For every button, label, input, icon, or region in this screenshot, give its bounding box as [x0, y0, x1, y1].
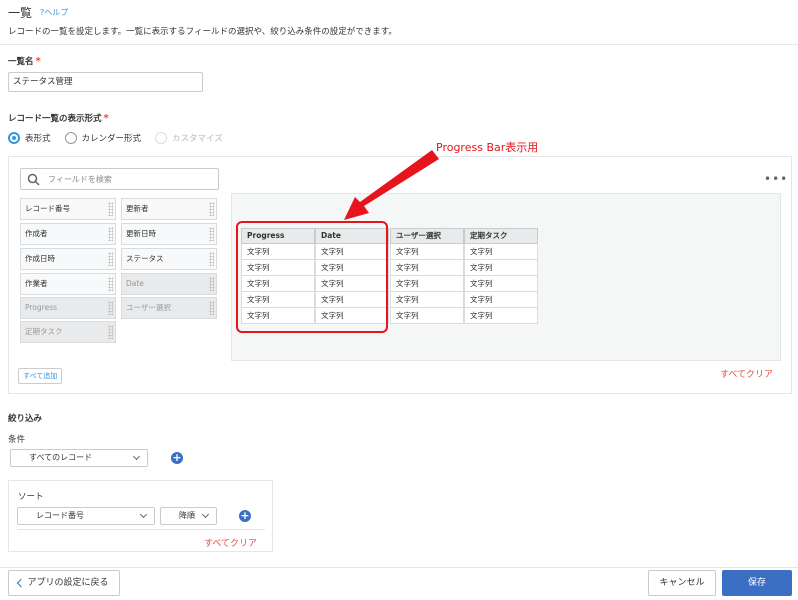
drag-handle-icon: [108, 325, 113, 339]
column-cell: 文字列: [390, 308, 464, 324]
condition-label: 条件: [8, 435, 26, 445]
field-item[interactable]: 更新者: [121, 198, 217, 220]
table-column[interactable]: 定期タスク 文字列 文字列 文字列 文字列 文字列: [464, 228, 538, 324]
clear-all-columns-link[interactable]: すべてクリア: [720, 367, 773, 380]
column-header: ユーザー選択: [390, 228, 464, 244]
annotation-highlight-box: [236, 221, 388, 333]
radio-customize-format: [155, 132, 168, 144]
field-item[interactable]: ステータス: [121, 248, 217, 270]
column-cell: 文字列: [390, 292, 464, 308]
display-format-label: レコード一覧の表示形式 *: [8, 113, 109, 124]
sort-field-select[interactable]: レコード番号: [17, 507, 155, 525]
sort-order-select[interactable]: 降順: [160, 507, 217, 525]
drag-handle-icon: [209, 202, 214, 216]
page-title: 一覧: [8, 6, 33, 20]
field-item-disabled: Progress: [20, 297, 116, 319]
field-item-disabled: Date: [121, 273, 217, 295]
drag-handle-icon: [209, 277, 214, 291]
add-all-button[interactable]: すべて追加: [18, 368, 63, 384]
drag-handle-icon: [108, 277, 113, 291]
field-item[interactable]: レコード番号: [20, 198, 116, 220]
field-item-disabled: ユーザー選択: [121, 297, 217, 319]
radio-calendar-format[interactable]: [64, 132, 77, 144]
drag-handle-icon: [209, 301, 214, 315]
table-column[interactable]: ユーザー選択 文字列 文字列 文字列 文字列 文字列: [390, 228, 464, 324]
field-item[interactable]: 作成日時: [20, 248, 116, 270]
chevron-down-icon: [201, 510, 210, 519]
field-item[interactable]: 作業者: [20, 273, 116, 295]
column-cell: 文字列: [390, 260, 464, 276]
drag-handle-icon: [209, 252, 214, 266]
clear-sort-link[interactable]: すべてクリア: [204, 536, 257, 549]
field-item-disabled: 定期タスク: [20, 321, 116, 343]
field-item[interactable]: 作成者: [20, 223, 116, 245]
annotation-arrow-icon: [344, 150, 439, 220]
column-cell: 文字列: [464, 260, 538, 276]
column-cell: 文字列: [464, 244, 538, 260]
column-cell: 文字列: [390, 276, 464, 292]
display-format-radio-group: 表形式 カレンダー形式 カスタマイズ: [8, 132, 223, 144]
divider: [0, 44, 798, 45]
radio-label-table: 表形式: [25, 134, 51, 144]
drag-handle-icon: [108, 301, 113, 315]
cancel-button[interactable]: キャンセル: [648, 570, 716, 596]
required-mark: *: [103, 113, 109, 124]
add-sort-icon[interactable]: +: [239, 510, 251, 522]
annotation-label: Progress Bar表示用: [436, 141, 539, 154]
chevron-down-icon: [132, 452, 141, 461]
radio-label-customize: カスタマイズ: [172, 134, 223, 144]
required-mark: *: [35, 56, 41, 67]
radio-label-calendar: カレンダー形式: [81, 134, 142, 144]
field-item[interactable]: 更新日時: [121, 223, 217, 245]
column-cell: 文字列: [390, 244, 464, 260]
chevron-left-icon: [16, 578, 26, 588]
drag-handle-icon: [108, 227, 113, 241]
divider: [17, 529, 265, 530]
column-cell: 文字列: [464, 308, 538, 324]
list-name-label: 一覧名 *: [8, 56, 41, 67]
chevron-down-icon: [139, 510, 148, 519]
drag-handle-icon: [108, 252, 113, 266]
list-name-input[interactable]: ステータス管理: [8, 72, 203, 92]
column-header: 定期タスク: [464, 228, 538, 244]
sort-label: ソート: [18, 492, 44, 502]
drag-handle-icon: [209, 227, 214, 241]
field-search-placeholder: フィールドを検索: [48, 175, 112, 184]
search-icon: [27, 173, 40, 186]
save-button[interactable]: 保存: [722, 570, 792, 596]
page-description: レコードの一覧を設定します。一覧に表示するフィールドの選択や、絞り込み条件の設定…: [8, 27, 397, 37]
help-link[interactable]: ?ヘルプ: [40, 7, 68, 18]
add-condition-icon[interactable]: +: [171, 452, 183, 464]
column-cell: 文字列: [464, 292, 538, 308]
drag-handle-icon: [108, 202, 113, 216]
filter-section-title: 絞り込み: [8, 414, 43, 424]
condition-select[interactable]: すべてのレコード: [10, 449, 148, 467]
more-options-icon[interactable]: •••: [764, 172, 788, 186]
radio-table-format[interactable]: [8, 132, 20, 144]
column-cell: 文字列: [464, 276, 538, 292]
back-to-app-settings-button[interactable]: アプリの設定に戻る: [8, 570, 120, 596]
